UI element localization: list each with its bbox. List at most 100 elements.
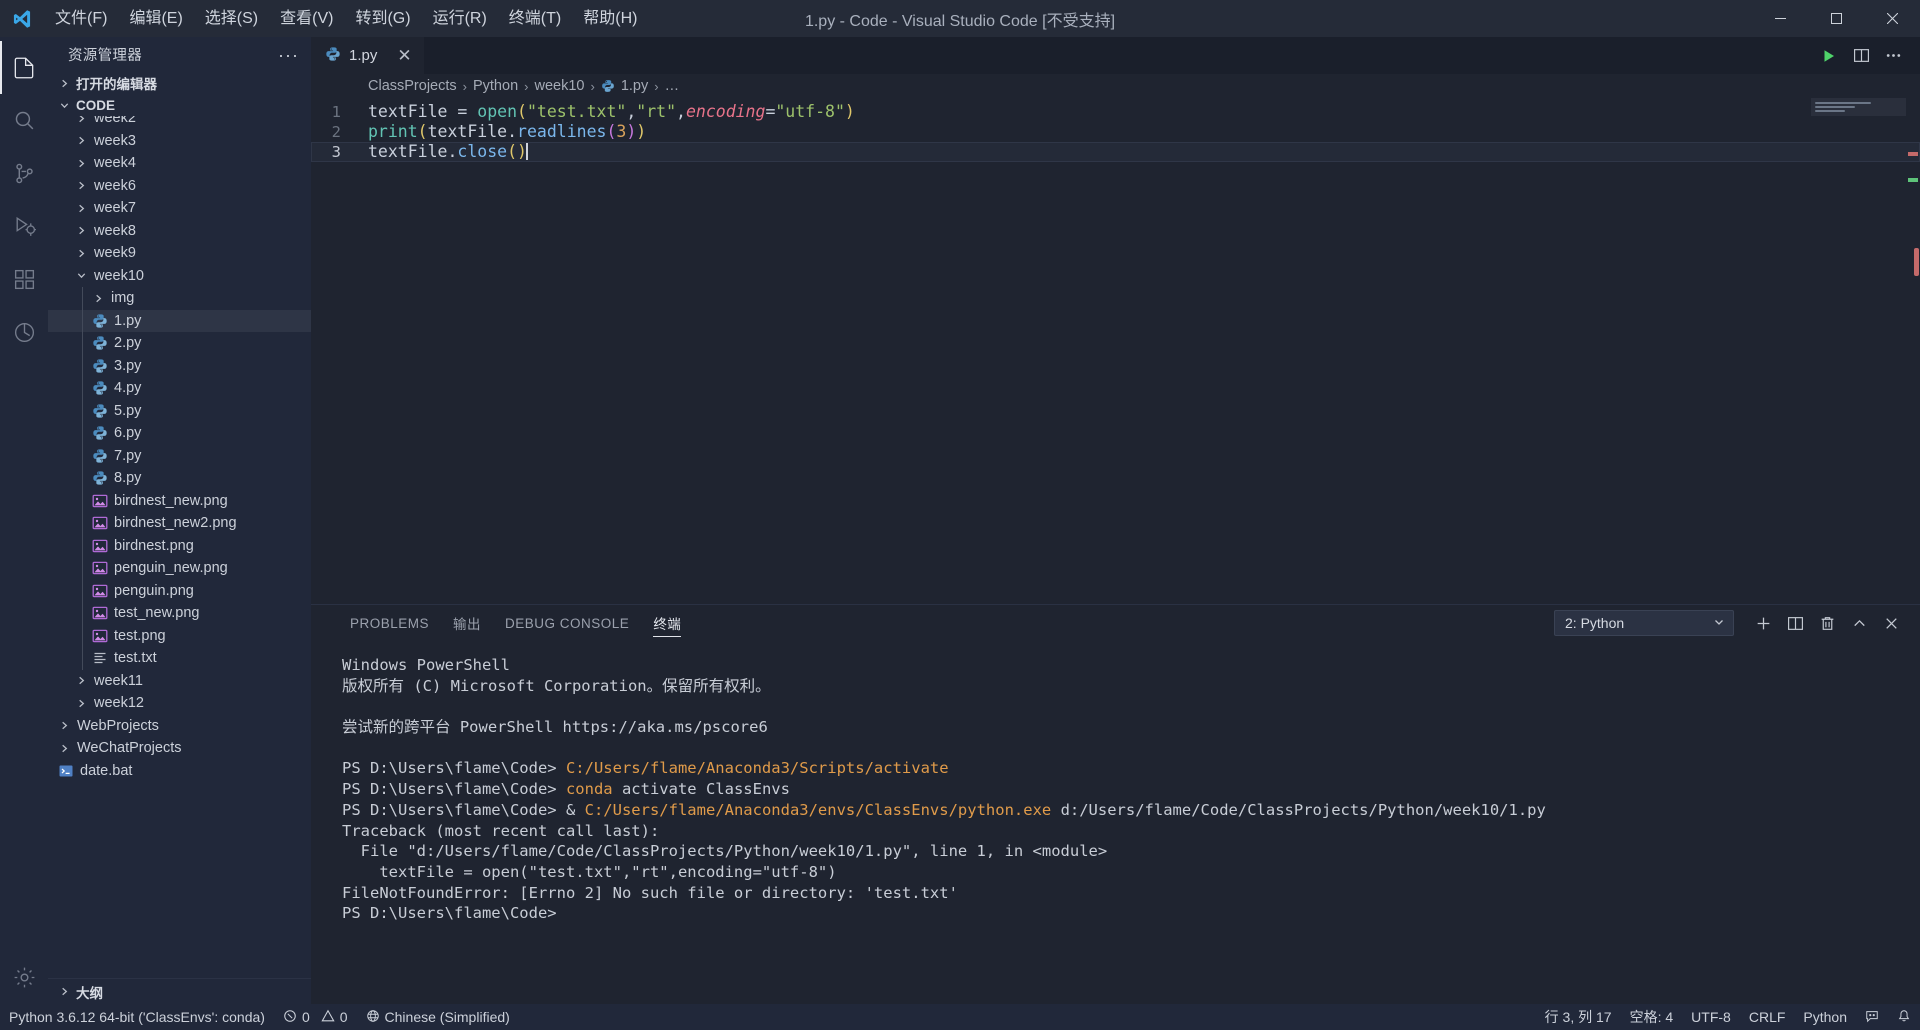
menu-go[interactable]: 转到(G) [344,0,421,37]
chevron-right-icon[interactable] [73,116,89,124]
menu-file[interactable]: 文件(F) [44,0,118,37]
panel-tab-problems[interactable]: PROBLEMS [338,605,441,641]
chevron-right-icon[interactable] [56,743,72,754]
tree-item-week6[interactable]: week6 [48,175,311,198]
tree-item-week3[interactable]: week3 [48,130,311,153]
file-tree[interactable]: week2 week3 week4 week6 week7 week8 week9 week1… [48,116,311,978]
kill-terminal-button[interactable] [1812,608,1842,638]
status-feedback[interactable] [1856,1004,1888,1030]
panel-tab-debug-console[interactable]: DEBUG CONSOLE [493,605,641,641]
close-panel-button[interactable] [1876,608,1906,638]
breadcrumb-item-0[interactable]: ClassProjects [368,78,457,94]
breadcrumb-item-2[interactable]: week10 [534,78,584,94]
activity-extensions[interactable] [0,253,48,306]
minimize-button[interactable] [1752,0,1808,37]
panel-tab-terminal[interactable]: 终端 [641,605,693,641]
tree-item-birdnest-new-png[interactable]: birdnest_new.png [48,490,311,513]
tree-item-week12[interactable]: week12 [48,692,311,715]
editor-tab-label: 1.py [349,47,378,64]
activity-search[interactable] [0,94,48,147]
tree-item-7-py[interactable]: 7.py [48,445,311,468]
chevron-right-icon[interactable] [73,698,89,709]
tree-item-4-py[interactable]: 4.py [48,377,311,400]
section-outline[interactable]: 大纲 [48,978,311,1004]
split-terminal-button[interactable] [1780,608,1810,638]
tree-item-test-new-png[interactable]: test_new.png [48,602,311,625]
explorer-more-actions-button[interactable]: ··· [278,46,299,64]
tree-item-1-py[interactable]: 1.py [48,309,311,332]
menu-terminal[interactable]: 终端(T) [498,0,572,37]
tree-item-week11[interactable]: week11 [48,670,311,693]
maximize-panel-button[interactable] [1844,608,1874,638]
close-icon[interactable]: ✕ [397,47,411,64]
tree-item-webprojects[interactable]: WebProjects [48,715,311,738]
editor-tab-1py[interactable]: 1.py ✕ [311,37,425,74]
activity-remote[interactable] [0,306,48,359]
tree-item-wechatprojects[interactable]: WeChatProjects [48,737,311,760]
section-folder-code[interactable]: CODE [48,94,311,116]
close-button[interactable] [1864,0,1920,37]
minimap[interactable] [1811,98,1906,604]
breadcrumb-item-3[interactable]: 1.py [621,78,648,94]
tree-item-week2[interactable]: week2 [48,116,311,130]
new-terminal-button[interactable] [1748,608,1778,638]
chevron-right-icon[interactable] [73,203,89,214]
status-encoding[interactable]: UTF-8 [1682,1004,1740,1030]
tree-item-week4[interactable]: week4 [48,152,311,175]
chevron-right-icon[interactable] [73,675,89,686]
tree-item-3-py[interactable]: 3.py [48,355,311,378]
maximize-button[interactable] [1808,0,1864,37]
section-open-editors[interactable]: 打开的编辑器 [48,72,311,94]
tree-item-penguin-new-png[interactable]: penguin_new.png [48,557,311,580]
activity-explorer[interactable] [0,41,48,94]
breadcrumb-item-4[interactable]: … [665,78,680,94]
menu-selection[interactable]: 选择(S) [194,0,269,37]
tree-item-penguin-png[interactable]: penguin.png [48,580,311,603]
tree-item-week7[interactable]: week7 [48,197,311,220]
chevron-right-icon[interactable] [73,135,89,146]
tree-item-date-bat[interactable]: date.bat [48,760,311,783]
chevron-down-icon[interactable] [73,270,89,281]
chevron-right-icon[interactable] [73,158,89,169]
menu-run[interactable]: 运行(R) [422,0,498,37]
status-language-mode[interactable]: Python [1794,1004,1856,1030]
tree-item-test-txt[interactable]: test.txt [48,647,311,670]
tree-item-week10[interactable]: week10 [48,265,311,288]
run-python-file-button[interactable] [1814,37,1844,74]
terminal-output[interactable]: Windows PowerShell 版权所有 (C) Microsoft Cor… [311,641,1920,1004]
chevron-right-icon[interactable] [90,293,106,304]
tree-item-birdnest-png[interactable]: birdnest.png [48,535,311,558]
menu-edit[interactable]: 编辑(E) [118,0,193,37]
tree-item-5-py[interactable]: 5.py [48,400,311,423]
tree-item-6-py[interactable]: 6.py [48,422,311,445]
chevron-right-icon[interactable] [73,225,89,236]
menu-help[interactable]: 帮助(H) [572,0,648,37]
split-editor-button[interactable] [1846,37,1876,74]
chevron-right-icon[interactable] [73,248,89,259]
tree-item-birdnest-new2-png[interactable]: birdnest_new2.png [48,512,311,535]
status-cursor-position[interactable]: 行 3, 列 17 [1536,1004,1621,1030]
status-language-pack[interactable]: Chinese (Simplified) [357,1004,519,1030]
tree-item-week9[interactable]: week9 [48,242,311,265]
status-problems[interactable]: 0 0 [274,1004,357,1030]
activity-run-debug[interactable] [0,200,48,253]
chevron-right-icon[interactable] [56,720,72,731]
status-eol[interactable]: CRLF [1740,1004,1795,1030]
activity-manage-settings[interactable] [0,951,48,1004]
tree-item-2-py[interactable]: 2.py [48,332,311,355]
code-editor[interactable]: 1 textFile = open("test.txt","rt",encodi… [311,98,1920,604]
chevron-right-icon[interactable] [73,180,89,191]
terminal-scrollbar[interactable] [1906,0,1920,1030]
menu-view[interactable]: 查看(V) [269,0,344,37]
tree-item-8-py[interactable]: 8.py [48,467,311,490]
panel-tab-output[interactable]: 输出 [441,605,493,641]
tree-item-week8[interactable]: week8 [48,220,311,243]
status-indentation[interactable]: 空格: 4 [1621,1004,1683,1030]
breadcrumb-item-1[interactable]: Python [473,78,518,94]
terminal-selector-dropdown[interactable]: 2: Python [1554,610,1734,636]
status-python-interpreter[interactable]: Python 3.6.12 64-bit ('ClassEnvs': conda… [0,1004,274,1030]
activity-source-control[interactable] [0,147,48,200]
tree-item-img[interactable]: img [48,287,311,310]
editor-more-actions-button[interactable] [1878,37,1908,74]
tree-item-test-png[interactable]: test.png [48,625,311,648]
